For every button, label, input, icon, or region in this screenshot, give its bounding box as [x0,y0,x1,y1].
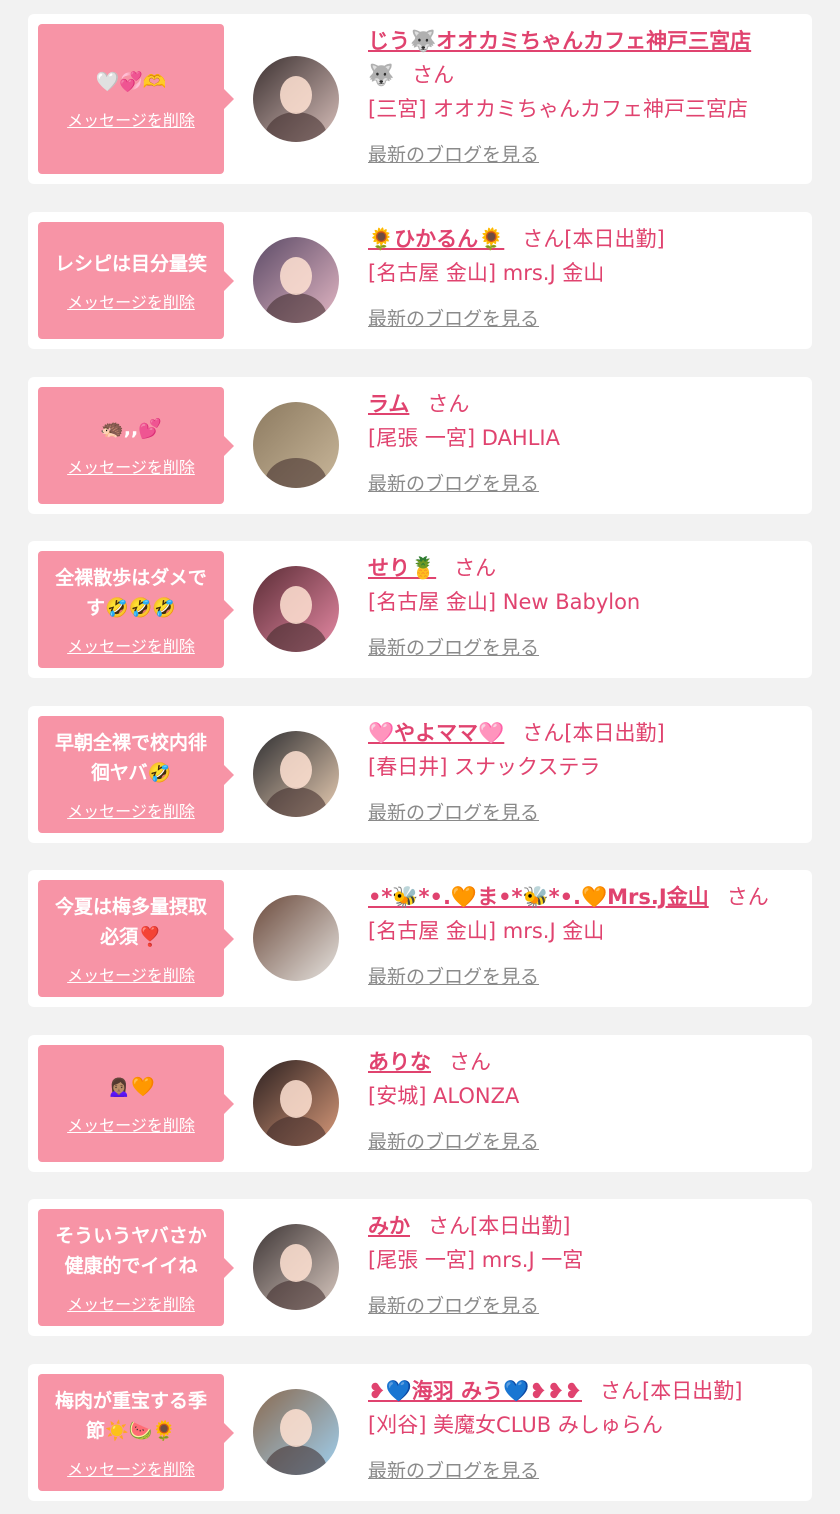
message-text: 🦔,,💕 [100,417,162,440]
honorific: さん [454,556,497,580]
latest-blog-link[interactable]: 最新のブログを見る [368,633,539,660]
shop-info: [春日井] スナックステラ [368,755,601,779]
girl-name-link[interactable]: せり🍍 [368,556,436,580]
honorific: さん [412,63,455,87]
shop-info: [名古屋 金山] New Babylon [368,590,641,614]
shop-info: [安城] ALONZA [368,1084,520,1108]
delete-message-link[interactable]: メッセージを削除 [67,289,195,313]
girl-name-link[interactable]: 🌻ひかるん🌻 [368,227,504,251]
message-bubble: 早朝全裸で校内徘徊ヤバ🤣 メッセージを削除 [38,716,234,833]
honorific: さん[本日出勤] [428,1214,571,1238]
message-bubble: レシピは目分量笑 メッセージを削除 [38,222,234,339]
list-item: 今夏は梅多量摂取必須❣️ メッセージを削除 •*🐝*•.🧡ま•*🐝*•.🧡Mrs… [28,870,812,1007]
shop-info: [名古屋 金山] mrs.J 金山 [368,261,605,285]
avatar[interactable] [253,402,339,488]
girl-name-link[interactable]: 🩷やよママ🩷 [368,721,504,745]
avatar[interactable] [253,1224,339,1310]
girl-name-link[interactable]: ありな [368,1050,431,1074]
message-text: 🤍💞🫶 [95,71,167,93]
avatar[interactable] [253,56,339,142]
message-text: レシピは目分量笑 [54,252,207,275]
avatar[interactable] [253,237,339,323]
girl-name-link[interactable]: ❥💙海羽 みう💙❥❥❥ [368,1379,582,1403]
delete-message-link[interactable]: メッセージを削除 [67,798,195,822]
message-bubble: 全裸散歩はダメです🤣🤣🤣 メッセージを削除 [38,551,234,668]
list-item: 梅肉が重宝する季節☀️🍉🌻 メッセージを削除 ❥💙海羽 みう💙❥❥❥ さん[本日出… [28,1364,812,1501]
shop-info: [名古屋 金山] mrs.J 金山 [368,919,605,943]
girl-name-link[interactable]: •*🐝*•.🧡ま•*🐝*•.🧡Mrs.J金山 [368,885,709,909]
latest-blog-link[interactable]: 最新のブログを見る [368,304,539,331]
list-item: そういうヤバさか健康的でイイね メッセージを削除 みか さん[本日出勤] [尾張 … [28,1199,812,1336]
shop-info: [尾張 一宮] DAHLIA [368,426,560,450]
name-suffix-emoji: 🐺 [368,63,395,87]
latest-blog-link[interactable]: 最新のブログを見る [368,1456,539,1483]
delete-message-link[interactable]: メッセージを削除 [67,1112,195,1136]
message-bubble: 梅肉が重宝する季節☀️🍉🌻 メッセージを削除 [38,1374,234,1491]
message-text: そういうヤバさか健康的でイイね [55,1224,207,1277]
honorific: さん[本日出勤] [600,1379,743,1403]
honorific: さん[本日出勤] [522,721,665,745]
shop-info: [刈谷] 美魔女CLUB みしゅらん [368,1413,663,1437]
delete-message-link[interactable]: メッセージを削除 [67,454,195,478]
latest-blog-link[interactable]: 最新のブログを見る [368,469,539,496]
list-item: 早朝全裸で校内徘徊ヤバ🤣 メッセージを削除 🩷やよママ🩷 さん[本日出勤] [春日… [28,706,812,843]
list-item: 🙍🏽‍♀️🧡 メッセージを削除 ありな さん [安城] ALONZA 最新のブログ… [28,1035,812,1172]
list-item: 🦔,,💕 メッセージを削除 ラム さん [尾張 一宮] DAHLIA 最新のブログ… [28,377,812,514]
honorific: さん [427,392,470,416]
list-item: 🤍💞🫶 メッセージを削除 じう🐺オオカミちゃんカフェ神戸三宮店 🐺 さん [三宮]… [28,14,812,184]
delete-message-link[interactable]: メッセージを削除 [67,107,195,131]
honorific: さん[本日出勤] [522,227,665,251]
delete-message-link[interactable]: メッセージを削除 [67,1456,195,1480]
girl-name-link[interactable]: ラム [368,392,409,416]
shop-info: [尾張 一宮] mrs.J 一宮 [368,1248,584,1272]
delete-message-link[interactable]: メッセージを削除 [67,1291,195,1315]
message-text: 梅肉が重宝する季節☀️🍉🌻 [54,1389,207,1442]
avatar[interactable] [253,895,339,981]
latest-blog-link[interactable]: 最新のブログを見る [368,1291,539,1318]
latest-blog-link[interactable]: 最新のブログを見る [368,1127,539,1154]
delete-message-link[interactable]: メッセージを削除 [67,962,195,986]
latest-blog-link[interactable]: 最新のブログを見る [368,140,539,167]
list-item: レシピは目分量笑 メッセージを削除 🌻ひかるん🌻 さん[本日出勤] [名古屋 金山… [28,212,812,349]
message-list: 🤍💞🫶 メッセージを削除 じう🐺オオカミちゃんカフェ神戸三宮店 🐺 さん [三宮]… [0,0,840,1514]
latest-blog-link[interactable]: 最新のブログを見る [368,962,539,989]
honorific: さん [449,1050,491,1074]
message-bubble: 今夏は梅多量摂取必須❣️ メッセージを削除 [38,880,234,997]
message-bubble: 🤍💞🫶 メッセージを削除 [38,24,234,174]
avatar[interactable] [253,1060,339,1146]
girl-name-link[interactable]: みか [368,1214,410,1238]
avatar[interactable] [253,731,339,817]
avatar[interactable] [253,566,339,652]
message-text: 🙍🏽‍♀️🧡 [107,1075,155,1098]
girl-name-link[interactable]: じう🐺オオカミちゃんカフェ神戸三宮店 [368,29,751,53]
message-text: 早朝全裸で校内徘徊ヤバ🤣 [54,731,207,784]
message-bubble: そういうヤバさか健康的でイイね メッセージを削除 [38,1209,234,1326]
delete-message-link[interactable]: メッセージを削除 [67,633,195,657]
latest-blog-link[interactable]: 最新のブログを見る [368,798,539,825]
avatar[interactable] [253,1389,339,1475]
message-text: 全裸散歩はダメです🤣🤣🤣 [55,566,207,619]
list-item: 全裸散歩はダメです🤣🤣🤣 メッセージを削除 せり🍍 さん [名古屋 金山] New… [28,541,812,678]
message-bubble: 🙍🏽‍♀️🧡 メッセージを削除 [38,1045,234,1162]
message-text: 今夏は梅多量摂取必須❣️ [54,895,207,948]
message-bubble: 🦔,,💕 メッセージを削除 [38,387,234,504]
honorific: さん [726,885,769,909]
shop-info: [三宮] オオカミちゃんカフェ神戸三宮店 [368,97,749,121]
